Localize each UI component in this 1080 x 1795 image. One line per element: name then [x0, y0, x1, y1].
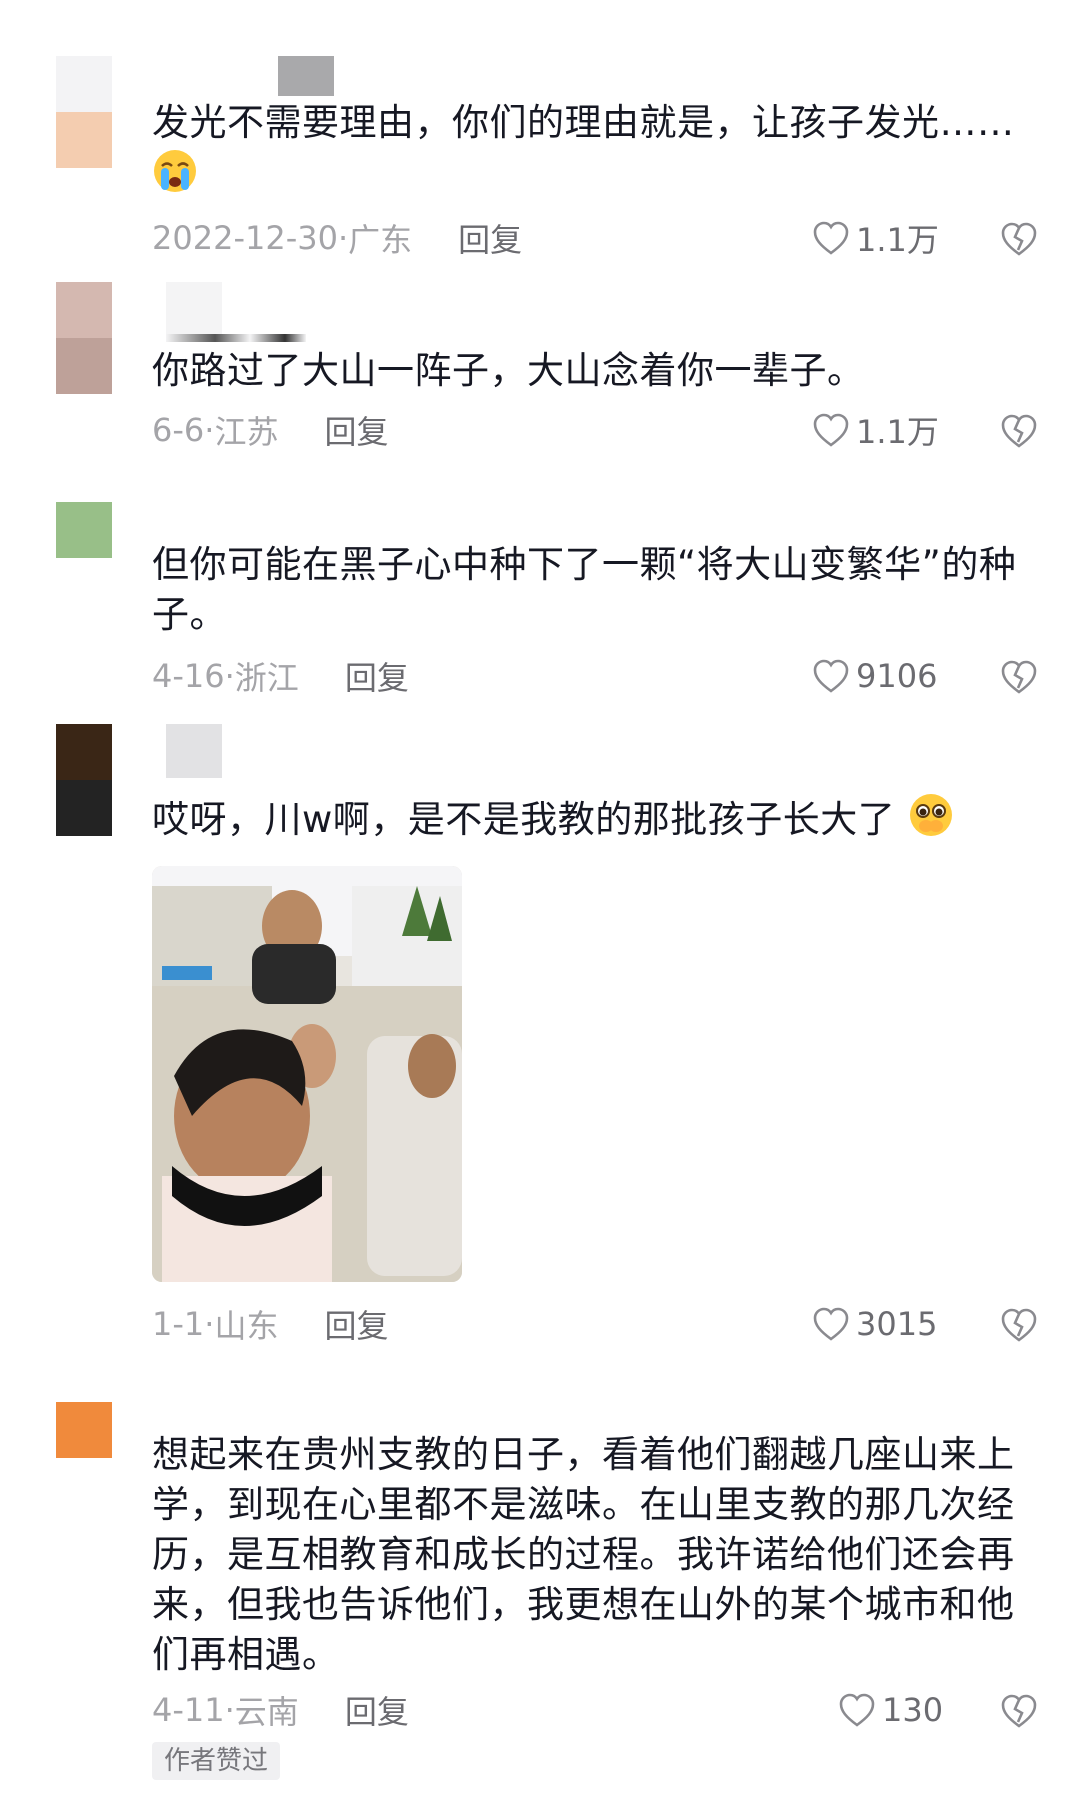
- like-button[interactable]: 1.1万: [812, 216, 939, 260]
- username-underline: [166, 334, 306, 342]
- comment-date: 4-16: [152, 657, 225, 695]
- reply-button[interactable]: 回复: [458, 215, 522, 261]
- reply-button[interactable]: 回复: [345, 1687, 409, 1733]
- comment-location: 山东: [214, 1307, 279, 1345]
- comment-meta: 6-6 · 江苏 回复: [152, 408, 388, 452]
- comment-location: 江苏: [214, 413, 279, 451]
- reply-button[interactable]: 回复: [345, 653, 409, 699]
- crying-face-emoji: [152, 148, 198, 207]
- like-count: 1.1万: [856, 221, 939, 259]
- separator: ·: [204, 1305, 215, 1343]
- like-count: 1.1万: [856, 413, 939, 451]
- comment-date: 1-1: [152, 1305, 205, 1343]
- avatar[interactable]: [56, 724, 112, 836]
- separator: ·: [224, 1691, 235, 1729]
- avatar[interactable]: [56, 282, 112, 394]
- comment-text: 你路过了大山一阵子，大山念着你一辈子。: [152, 349, 865, 392]
- heart-icon: [813, 1307, 849, 1341]
- dislike-icon[interactable]: [1000, 1306, 1038, 1344]
- heart-icon: [813, 413, 849, 447]
- separator: ·: [224, 657, 235, 695]
- comment-date: 6-6: [152, 411, 205, 449]
- comment-text: 想起来在贵州支教的日子，看着他们翻越几座山来上学，到现在心里都不是滋味。在山里支…: [152, 1433, 1015, 1676]
- like-button[interactable]: 130: [838, 1688, 943, 1732]
- like-count: 3015: [856, 1305, 938, 1343]
- author-liked-badge: 作者赞过: [152, 1742, 281, 1780]
- like-button[interactable]: 1.1万: [812, 408, 939, 452]
- dislike-icon[interactable]: [1000, 1692, 1038, 1730]
- separator: ·: [337, 219, 349, 257]
- comment-location: 云南: [234, 1693, 299, 1731]
- avatar[interactable]: [56, 1402, 112, 1458]
- username-blurred[interactable]: [278, 56, 334, 96]
- heart-icon: [813, 659, 849, 693]
- comment-date: 2022-12-30: [152, 219, 338, 257]
- comment-meta: 4-11 · 云南 回复: [152, 1688, 409, 1732]
- dislike-icon[interactable]: [1000, 220, 1038, 258]
- comment-location: 广东: [348, 221, 413, 259]
- comment-photo[interactable]: [152, 866, 462, 1282]
- comment-text: 但你可能在黑子心中种下了一颗“将大山变繁华”的种子。: [152, 543, 1017, 636]
- heart-icon: [839, 1693, 875, 1727]
- comment-text: 哎呀，川w啊，是不是我教的那批孩子长大了: [152, 792, 1032, 851]
- separator: ·: [204, 411, 215, 449]
- like-count: 9106: [856, 657, 938, 695]
- comment-location: 浙江: [234, 659, 299, 697]
- reply-button[interactable]: 回复: [324, 407, 388, 453]
- comment-meta: 4-16 · 浙江 回复: [152, 654, 409, 698]
- like-count: 130: [882, 1691, 944, 1729]
- comment-meta: 1-1 · 山东 回复: [152, 1302, 388, 1346]
- like-button[interactable]: 3015: [812, 1302, 937, 1346]
- heart-icon: [813, 221, 849, 255]
- reply-button[interactable]: 回复: [324, 1301, 388, 1347]
- avatar[interactable]: [56, 502, 112, 558]
- dislike-icon[interactable]: [1000, 412, 1038, 450]
- pleading-face-emoji: [908, 792, 954, 851]
- comment-date: 4-11: [152, 1691, 225, 1729]
- comment-meta: 2022-12-30 · 广东 回复: [152, 216, 522, 260]
- username-blurred[interactable]: [166, 282, 222, 334]
- like-button[interactable]: 9106: [812, 654, 937, 698]
- comment-text: 发光不需要理由，你们的理由就是，让孩子发光……: [152, 98, 1032, 207]
- avatar[interactable]: [56, 56, 112, 168]
- children-photo: [152, 866, 462, 1282]
- dislike-icon[interactable]: [1000, 658, 1038, 696]
- username-blurred[interactable]: [166, 724, 222, 778]
